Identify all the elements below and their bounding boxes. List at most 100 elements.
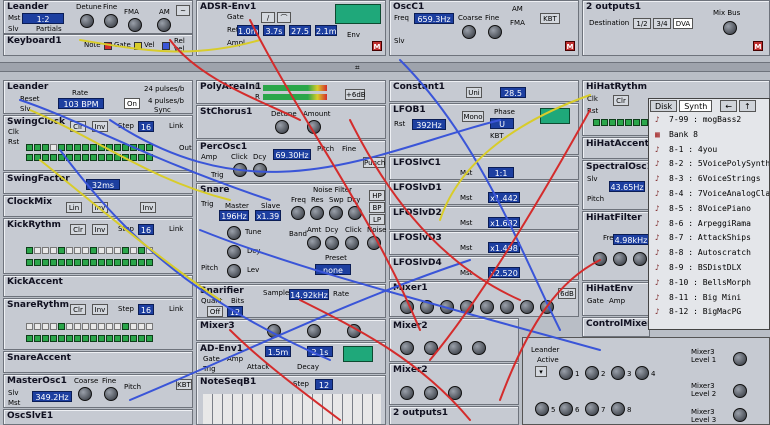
noise-knob[interactable] bbox=[367, 236, 381, 250]
panel-knob-5[interactable] bbox=[535, 402, 549, 416]
res-knob[interactable] bbox=[310, 206, 324, 220]
ratio-display[interactable]: x1.442 bbox=[488, 192, 520, 203]
attack-display[interactable]: 1.5m bbox=[265, 346, 291, 357]
step-display[interactable]: 16 bbox=[138, 121, 154, 132]
swing-display[interactable]: 32ms bbox=[86, 179, 120, 190]
mute-button[interactable]: M bbox=[565, 41, 575, 51]
vel-jack[interactable] bbox=[162, 42, 170, 50]
mixer1-knob-1[interactable] bbox=[400, 300, 414, 314]
mixer1-knob-7[interactable] bbox=[520, 300, 534, 314]
clr-button[interactable]: Clr bbox=[613, 95, 629, 106]
ratio-display[interactable]: 1:1 bbox=[488, 167, 514, 178]
patch-list-item[interactable]: 8-3 : 6VoiceStrings bbox=[649, 172, 769, 187]
freq-display[interactable]: 43.65Hz bbox=[609, 181, 645, 192]
step-pattern-row2[interactable] bbox=[26, 335, 153, 342]
back-icon[interactable]: ← bbox=[720, 100, 737, 112]
step-pattern-row2[interactable] bbox=[26, 154, 153, 161]
ndcy-knob[interactable] bbox=[348, 206, 362, 220]
gain-button[interactable]: +6dB bbox=[345, 89, 366, 100]
patch-list-item[interactable]: 8-7 : AttackShips bbox=[649, 231, 769, 246]
clr-button[interactable]: Clr bbox=[70, 121, 86, 132]
patch-list-item[interactable]: 8-1 : 4you bbox=[649, 143, 769, 158]
panel-knob-3[interactable] bbox=[611, 366, 625, 380]
clr-button[interactable]: Clr bbox=[70, 224, 86, 235]
mixer2-knob-2[interactable] bbox=[424, 341, 438, 355]
mono-button[interactable]: Mono bbox=[462, 111, 484, 122]
decay-display[interactable]: 2.1s bbox=[307, 346, 333, 357]
step-display[interactable]: 12 bbox=[315, 379, 333, 390]
freq-display[interactable]: 69.30Hz bbox=[273, 149, 311, 160]
panel-knob-1[interactable] bbox=[559, 366, 573, 380]
mixer3-knob-3[interactable] bbox=[347, 324, 361, 338]
patch-list-item[interactable]: 7-99 : mogBass2 bbox=[649, 113, 769, 128]
sustain-display[interactable]: 27.5 bbox=[289, 25, 311, 36]
dcy-knob[interactable] bbox=[253, 163, 267, 177]
dest-3-4-button[interactable]: 3/4 bbox=[653, 18, 671, 29]
filter-knob-3[interactable] bbox=[633, 252, 647, 266]
attack-display[interactable]: 1.0m bbox=[237, 25, 259, 36]
ndcy2-knob[interactable] bbox=[325, 236, 339, 250]
bank-folder-item[interactable]: Bank 8 bbox=[649, 128, 769, 143]
hp-button[interactable]: HP bbox=[369, 190, 385, 201]
patch-list-item[interactable]: 8-10 : BellsMorph bbox=[649, 276, 769, 291]
step-display[interactable]: 16 bbox=[138, 304, 154, 315]
patch-list-item[interactable]: 8-11 : Big Mini bbox=[649, 291, 769, 306]
mixer1-knob-3[interactable] bbox=[440, 300, 454, 314]
db-button[interactable]: 6dB bbox=[558, 288, 576, 299]
ratio-display[interactable]: x1.682 bbox=[488, 217, 520, 228]
shape-button-1[interactable]: / bbox=[261, 12, 275, 23]
note-sequence-grid[interactable] bbox=[203, 394, 381, 424]
detune-knob[interactable] bbox=[80, 14, 94, 28]
tab-synth[interactable]: Synth bbox=[679, 100, 713, 112]
tune-knob[interactable] bbox=[227, 226, 241, 240]
mixer1-knob-2[interactable] bbox=[420, 300, 434, 314]
value-display[interactable]: 28.5 bbox=[500, 87, 526, 98]
coarse-knob[interactable] bbox=[78, 387, 92, 401]
filter-knob-2[interactable] bbox=[613, 252, 627, 266]
panel-knob-7[interactable] bbox=[585, 402, 599, 416]
dest-dva-button[interactable]: DVA bbox=[673, 18, 693, 29]
uni-button[interactable]: Uni bbox=[466, 87, 482, 98]
off-button[interactable]: Off bbox=[207, 306, 223, 317]
decay-display[interactable]: 3.7s bbox=[263, 25, 285, 36]
wave-button[interactable]: ~ bbox=[176, 5, 190, 16]
mixer2b-knob-1[interactable] bbox=[400, 386, 414, 400]
patch-list-item[interactable]: 8-9 : BSDistDLX bbox=[649, 261, 769, 276]
mixer2b-knob-3[interactable] bbox=[448, 386, 462, 400]
panel-knob-2[interactable] bbox=[585, 366, 599, 380]
up-icon[interactable]: ↑ bbox=[738, 100, 756, 112]
preset-display[interactable]: none bbox=[315, 264, 351, 275]
inv-button[interactable]: Inv bbox=[92, 121, 108, 132]
panel-knob-6[interactable] bbox=[559, 402, 573, 416]
patch-list-item[interactable]: 8-6 : ArpeggiRama bbox=[649, 217, 769, 232]
amt-knob[interactable] bbox=[307, 236, 321, 250]
note-jack[interactable] bbox=[104, 42, 112, 50]
inv-button[interactable]: Inv bbox=[92, 224, 108, 235]
step-pattern[interactable] bbox=[26, 144, 153, 151]
gate-jack[interactable] bbox=[134, 42, 142, 50]
mute-button[interactable]: M bbox=[753, 41, 763, 51]
kbt-button[interactable]: KBT bbox=[540, 13, 560, 24]
mixer2-knob-4[interactable] bbox=[472, 341, 486, 355]
rack-separator[interactable]: ⌗ bbox=[0, 62, 770, 72]
step-pattern[interactable] bbox=[593, 119, 656, 126]
lev-knob[interactable] bbox=[227, 264, 241, 278]
patch-list-item[interactable]: 8-8 : Autoscratch bbox=[649, 246, 769, 261]
inv-button[interactable]: Inv bbox=[92, 304, 108, 315]
clr-button[interactable]: Clr bbox=[70, 304, 86, 315]
mixer2-knob-1[interactable] bbox=[400, 341, 414, 355]
shape-button-2[interactable]: ⌒ bbox=[277, 12, 291, 23]
freq-display[interactable]: 349.2Hz bbox=[32, 391, 72, 402]
fma-knob[interactable] bbox=[128, 18, 142, 32]
bp-button[interactable]: BP bbox=[369, 202, 385, 213]
step-display[interactable]: 16 bbox=[138, 224, 154, 235]
ratio-display[interactable]: x2.520 bbox=[488, 267, 520, 278]
freq-display[interactable]: 4.98kHz bbox=[613, 234, 649, 245]
detune-knob[interactable] bbox=[275, 120, 289, 134]
mixer2-knob-3[interactable] bbox=[448, 341, 462, 355]
panel-knob-4[interactable] bbox=[635, 366, 649, 380]
mixer3-knob-1[interactable] bbox=[267, 324, 281, 338]
master-display[interactable]: 196Hz bbox=[219, 210, 249, 221]
nfreq-knob[interactable] bbox=[291, 206, 305, 220]
patch-list-item[interactable]: 8-12 : BigMacPG bbox=[649, 305, 769, 320]
